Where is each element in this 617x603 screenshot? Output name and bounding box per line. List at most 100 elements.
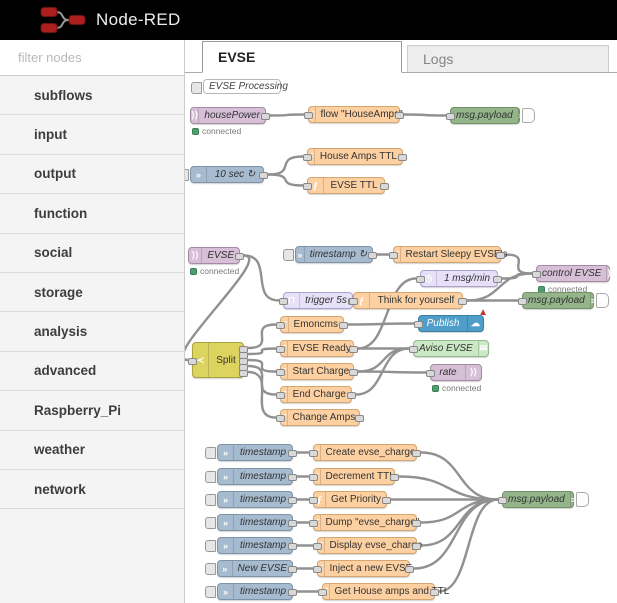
output-port[interactable] [368,252,377,259]
debug-toggle-button[interactable] [596,293,609,308]
output-port[interactable] [288,566,297,573]
input-port[interactable] [414,321,423,328]
node-debug-top[interactable]: msg.payload≡ [446,107,535,124]
node-fn-inject-new-evse[interactable]: ƒInject a new EVSE [313,560,414,577]
sidebar-category-raspberry_pi[interactable]: Raspberry_Pi [0,391,184,431]
output-port[interactable] [412,450,421,457]
input-port[interactable] [409,346,418,353]
input-port[interactable] [518,298,527,305]
node-inject-b7[interactable]: » timestamp [205,583,297,600]
output-port[interactable] [355,415,364,422]
node-fn-change-amps[interactable]: ƒChange Amps [276,409,364,426]
node-inject-b5[interactable]: » timestamp [205,537,297,554]
node-fn-get-priority[interactable]: ƒ Get Priority [309,491,391,508]
node-fn-evse-ready[interactable]: ƒEVSE Ready [276,340,358,357]
wire[interactable] [269,113,305,117]
output-port[interactable] [288,474,297,481]
output-port[interactable] [493,276,502,283]
output-port[interactable] [349,369,358,376]
output-port[interactable] [339,322,348,329]
input-port[interactable] [276,322,285,329]
output-port[interactable] [349,346,358,353]
input-port[interactable] [303,183,312,190]
output-port[interactable] [382,497,391,504]
output-port[interactable] [235,253,244,260]
wire[interactable] [247,323,277,350]
node-house-power[interactable]: ⟩⟩ housePower [190,107,270,124]
input-port[interactable] [313,543,322,550]
input-port[interactable] [188,357,197,365]
sidebar-category-input[interactable]: input [0,115,184,155]
node-fn-restart[interactable]: ƒRestart Sleepy EVSE's [389,246,507,263]
input-port[interactable] [498,497,507,504]
input-port[interactable] [446,113,455,120]
input-port[interactable] [309,520,318,527]
tab-evse[interactable]: EVSE [202,41,402,73]
node-fn-decrement-ttl[interactable]: ƒDecrement TTL [309,468,399,485]
output-port[interactable] [259,172,268,179]
sidebar-category-storage[interactable]: storage [0,273,184,313]
wire[interactable] [267,155,304,176]
input-port[interactable] [389,252,398,259]
node-debug-mid[interactable]: msg.payload ≡ [518,292,609,309]
output-port[interactable] [390,474,399,481]
inject-button[interactable] [205,517,216,529]
inject-button[interactable] [191,82,202,94]
filter-nodes-input[interactable] [16,49,168,66]
sidebar-category-function[interactable]: function [0,194,184,234]
node-inject-b3[interactable]: » timestamp [205,491,297,508]
node-inject-b4[interactable]: » timestamp [205,514,297,531]
node-fn-emoncms[interactable]: ƒEmoncms [276,316,348,333]
node-inject-b6[interactable]: » New EVSE [205,560,297,577]
output-port[interactable] [430,589,439,596]
input-port[interactable] [532,271,541,278]
wire[interactable] [267,173,304,187]
node-inject-b1[interactable]: » timestamp [205,444,297,461]
inject-button[interactable] [205,471,216,483]
output-port[interactable] [347,392,356,399]
input-port[interactable] [276,392,285,399]
input-port[interactable] [309,474,318,481]
output-port[interactable] [398,154,407,161]
sidebar-category-social[interactable]: social [0,234,184,273]
sidebar-category-analysis[interactable]: analysis [0,312,184,352]
output-port[interactable] [405,566,414,573]
node-trigger-5s[interactable]: ⊓ trigger 5s [279,292,357,309]
sidebar-category-advanced[interactable]: advanced [0,352,184,392]
node-email-aviso[interactable]: Aviso EVSE ✉ [409,340,489,357]
input-port[interactable] [276,346,285,353]
output-port[interactable] [261,113,270,120]
node-fn-evse-ttl[interactable]: ƒ EVSE TTL [303,177,389,194]
input-port[interactable] [318,589,327,596]
sidebar-category-network[interactable]: network [0,470,184,510]
inject-button[interactable] [283,249,294,261]
wire[interactable] [247,347,277,356]
node-fn-start-charge[interactable]: ƒStart Charge [276,363,358,380]
output-port[interactable] [458,298,467,305]
output-port[interactable] [288,520,297,527]
debug-toggle-button[interactable] [576,492,589,507]
node-mqtt-control-evse[interactable]: control EVSE ⟩⟩ [532,265,615,282]
node-inject-timestamp-top[interactable]: » timestamp ↻ [283,246,377,263]
node-inject-b2[interactable]: » timestamp [205,468,297,485]
node-split[interactable]: ≺ Split [188,342,248,378]
node-comment-evse-processing[interactable]: EVSE Processing [191,79,288,94]
node-fn-create-charge[interactable]: ƒCreate evse_charge [309,444,421,461]
input-port[interactable] [279,298,288,305]
node-publish[interactable]: Publish ☁ ▲ [414,307,488,332]
node-debug-bottom[interactable]: msg.payload ≡ [498,491,589,508]
inject-button[interactable] [205,494,216,506]
node-fn-houseamps[interactable]: ƒflow "HouseAmps" [304,106,404,123]
node-inject-10sec[interactable]: » 10 sec ↻ [178,166,268,183]
output-port[interactable] [395,112,404,119]
wire[interactable] [403,113,447,117]
node-fn-display-charge[interactable]: ƒDisplay evse_charge [313,537,422,554]
node-fn-end-charge[interactable]: ƒEnd Charge [276,386,356,403]
node-delay-1msgmin[interactable]: ◷ 1 msg/min [416,270,502,287]
wire[interactable] [357,370,427,374]
output-port[interactable] [288,543,297,550]
input-port[interactable] [309,497,318,504]
debug-toggle-button[interactable] [522,108,535,123]
sidebar-category-subflows[interactable]: subflows [0,76,184,116]
node-fn-dump-charge[interactable]: ƒDump "evse_charge" [309,514,421,531]
